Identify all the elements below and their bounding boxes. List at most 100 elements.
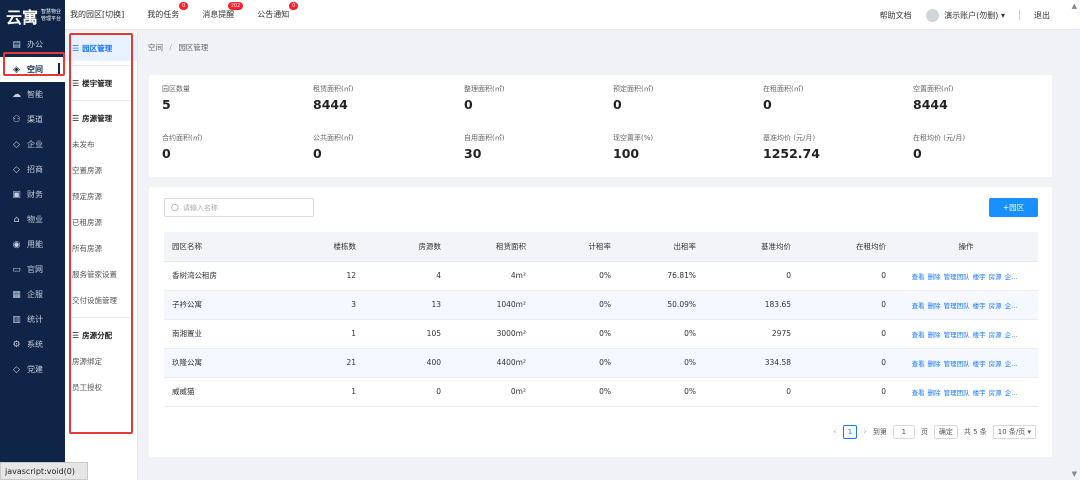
- scroll-down-icon[interactable]: ▼: [1072, 470, 1077, 478]
- row-action-link[interactable]: 企...: [1005, 360, 1018, 368]
- status-bar: javascript:void(0): [0, 462, 88, 480]
- stat-item: 现空置率(%) 100: [613, 133, 753, 161]
- row-action-link[interactable]: 删除: [928, 389, 941, 397]
- sub-nav-building[interactable]: ☰ 楼宇管理: [65, 70, 137, 96]
- help-docs-link[interactable]: 帮助文档: [880, 10, 912, 21]
- sub-nav-alloc-item[interactable]: 房源绑定: [65, 348, 137, 374]
- stat-item: 自用面积(㎡) 30: [464, 133, 604, 161]
- row-action-link[interactable]: 房源: [989, 273, 1002, 281]
- table-cell: 0%: [619, 348, 704, 378]
- rail-item-stats[interactable]: ▥ 统计: [0, 307, 65, 332]
- row-action-link[interactable]: 查看: [912, 302, 925, 310]
- account-menu[interactable]: 演示账户(勿删) ▾: [925, 8, 1005, 22]
- row-action-link[interactable]: 楼宇: [973, 302, 986, 310]
- rail-item-service[interactable]: ▦ 企服: [0, 282, 65, 307]
- account-name: 演示账户(勿删): [944, 10, 999, 20]
- rail-item-investment[interactable]: ◇ 招商: [0, 157, 65, 182]
- stat-label: 整理面积(㎡): [464, 85, 505, 93]
- chevron-down-icon: ▾: [1000, 10, 1005, 20]
- row-action-link[interactable]: 查看: [912, 389, 925, 397]
- row-action-link[interactable]: 查看: [912, 273, 925, 281]
- row-action-link[interactable]: 房源: [989, 360, 1002, 368]
- table-header-cell: 出租率: [619, 232, 704, 262]
- stat-item: 租赁面积(㎡) 8444: [313, 84, 453, 112]
- top-tab-3[interactable]: 公告通知 0: [257, 2, 299, 20]
- row-action-link[interactable]: 删除: [928, 273, 941, 281]
- row-action-link[interactable]: 房源: [989, 389, 1002, 397]
- logout-link[interactable]: 退出: [1034, 10, 1050, 21]
- row-action-link[interactable]: 企...: [1005, 389, 1018, 397]
- row-action-link[interactable]: 删除: [928, 302, 941, 310]
- rail-item-label: 用能: [27, 240, 43, 249]
- row-action-link[interactable]: 楼宇: [973, 360, 986, 368]
- rail-item-website[interactable]: ▭ 官网: [0, 257, 65, 282]
- page-current[interactable]: 1: [842, 425, 858, 439]
- sub-nav-room-item[interactable]: 预定房源: [65, 183, 137, 209]
- goto-confirm-button[interactable]: 确定: [933, 425, 958, 439]
- rail-item-party[interactable]: ◇ 党建: [0, 357, 65, 382]
- row-action-link[interactable]: 楼宇: [973, 273, 986, 281]
- row-action-link[interactable]: 企...: [1005, 331, 1018, 339]
- top-tab-0[interactable]: 我的园区[切换]: [70, 9, 124, 20]
- sub-nav-room-item[interactable]: 未发布: [65, 131, 137, 157]
- table-cell: 0: [704, 261, 799, 291]
- sub-nav-room-item[interactable]: 所有房源: [65, 235, 137, 261]
- row-action-link[interactable]: 管理团队: [944, 389, 970, 397]
- row-action-link[interactable]: 管理团队: [944, 360, 970, 368]
- sub-nav-alloc-item[interactable]: 员工授权: [65, 374, 137, 400]
- sub-nav-room-group[interactable]: ☰ 房源管理: [65, 105, 137, 131]
- rail-item-enterprise[interactable]: ◇ 企业: [0, 132, 65, 157]
- row-action-link[interactable]: 楼宇: [973, 331, 986, 339]
- table-cell: 子衿公寓: [164, 290, 274, 320]
- table-header-cell: 楼栋数: [274, 232, 364, 262]
- row-action-link[interactable]: 房源: [989, 302, 1002, 310]
- sub-nav-sidebar: ☰ 园区管理 ☰ 楼宇管理 ☰ 房源管理 未发布 空置房源 预定房源 已租房源 所有房源…: [65, 32, 138, 480]
- sub-nav-room-item[interactable]: 服务管家设置: [65, 261, 137, 287]
- rail-icon: ▣: [12, 189, 21, 200]
- top-tab-2[interactable]: 消息提醒 202: [202, 2, 244, 20]
- scroll-up-icon[interactable]: ▲: [1072, 2, 1077, 10]
- row-action-link[interactable]: 楼宇: [973, 389, 986, 397]
- stat-value: 0: [613, 97, 622, 112]
- sub-nav-room-item[interactable]: 空置房源: [65, 157, 137, 183]
- row-action-link[interactable]: 管理团队: [944, 302, 970, 310]
- row-action-link[interactable]: 删除: [928, 360, 941, 368]
- add-park-button[interactable]: +园区: [989, 198, 1038, 217]
- sub-nav-room-item[interactable]: 交付设施管理: [65, 287, 137, 313]
- row-action-link[interactable]: 删除: [928, 331, 941, 339]
- rail-item-channel[interactable]: ⚇ 渠道: [0, 107, 65, 132]
- table-row: 子衿公寓 3 13 1040m² 0% 50.09% 183.65 0 查看 删除 管理团队 楼宇 房源…: [164, 290, 1038, 320]
- stat-item: 整理面积(㎡) 0: [464, 84, 604, 112]
- rail-item-energy[interactable]: ◉ 用能: [0, 232, 65, 257]
- breadcrumb-root[interactable]: 空间: [148, 43, 163, 52]
- row-action-link[interactable]: 企...: [1005, 302, 1018, 310]
- row-action-link[interactable]: 管理团队: [944, 331, 970, 339]
- sub-nav-park[interactable]: ☰ 园区管理: [65, 35, 137, 61]
- row-action-link[interactable]: 查看: [912, 360, 925, 368]
- rail-item-finance[interactable]: ▣ 财务: [0, 182, 65, 207]
- row-actions: 查看 删除 管理团队 楼宇 房源 企...: [894, 348, 1038, 378]
- sub-nav-alloc-group[interactable]: ☰ 房源分配: [65, 322, 137, 348]
- row-action-link[interactable]: 查看: [912, 331, 925, 339]
- row-action-link[interactable]: 房源: [989, 331, 1002, 339]
- prev-page-icon[interactable]: ‹: [833, 427, 837, 437]
- total-count: 共 5 条: [963, 428, 987, 436]
- row-action-link[interactable]: 管理团队: [944, 273, 970, 281]
- sub-nav-room-item[interactable]: 已租房源: [65, 209, 137, 235]
- goto-page-input[interactable]: 1: [892, 425, 915, 439]
- search-box[interactable]: ○: [164, 198, 314, 217]
- count-badge: 0: [289, 2, 299, 10]
- rail-item-smart[interactable]: ☁ 智能: [0, 82, 65, 107]
- next-page-icon[interactable]: ›: [863, 427, 867, 437]
- top-tab-1[interactable]: 我的任务 0: [147, 2, 189, 20]
- row-action-link[interactable]: 企...: [1005, 273, 1018, 281]
- rail-item-property[interactable]: ⌂ 物业: [0, 207, 65, 232]
- logo-mark: 云寓: [6, 8, 39, 27]
- search-input[interactable]: [182, 203, 303, 212]
- rail-item-system[interactable]: ⚙ 系统: [0, 332, 65, 357]
- table-row: 玖隆公寓 21 400 4400m² 0% 0% 334.58 0 查看 删除 管理团队 楼宇 房源 企.…: [164, 348, 1038, 378]
- stat-value: 100: [613, 146, 640, 161]
- menu-icon: ☰: [72, 330, 80, 340]
- page-size-select[interactable]: 10 条/页 ▾: [992, 425, 1036, 439]
- rail-icon: ▥: [12, 314, 21, 325]
